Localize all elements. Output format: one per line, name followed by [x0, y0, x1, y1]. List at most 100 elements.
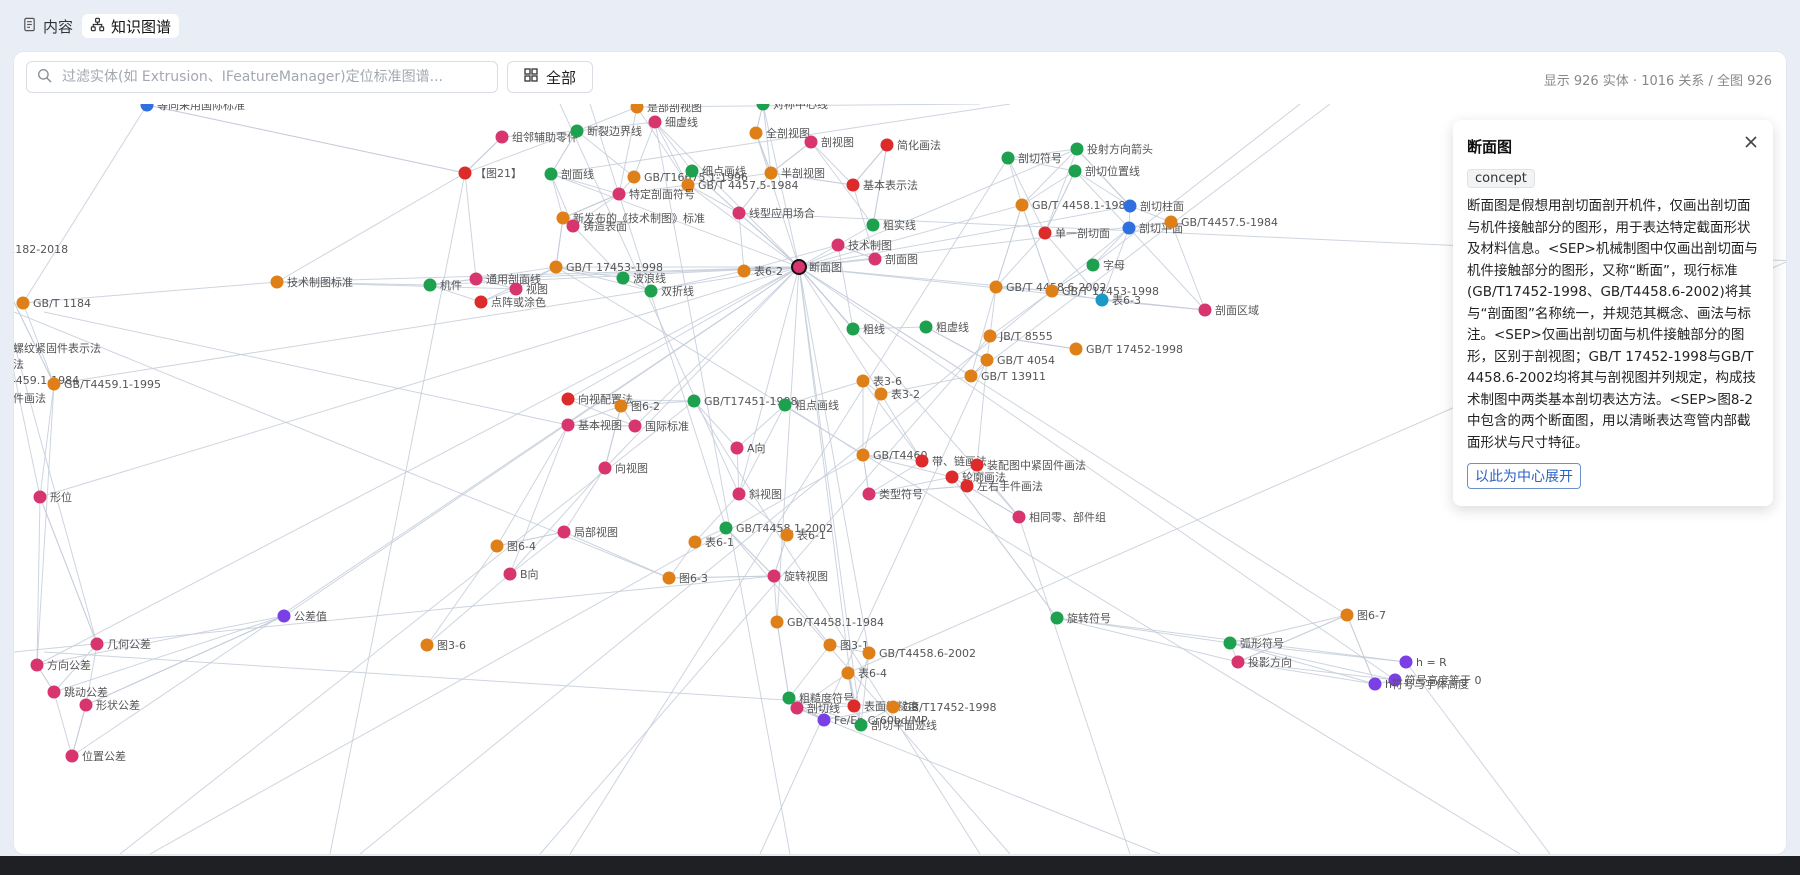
graph-node-dot[interactable]	[423, 278, 437, 292]
graph-node-dot[interactable]	[16, 296, 30, 310]
graph-node-dot[interactable]	[469, 272, 483, 286]
graph-node[interactable]: 剖切柱面	[1123, 199, 1185, 213]
graph-node[interactable]: 【图21】	[458, 166, 523, 181]
graph-node[interactable]: 特定剖面符号	[612, 187, 696, 201]
graph-node-dot[interactable]	[1069, 342, 1083, 356]
search-box[interactable]	[26, 61, 498, 93]
graph-node[interactable]: 位置公差	[65, 749, 127, 763]
graph-node[interactable]: 画法	[14, 357, 24, 371]
graph-node-dot[interactable]	[1340, 608, 1354, 622]
graph-node-dot[interactable]	[1012, 510, 1026, 524]
graph-node-dot[interactable]	[868, 252, 882, 266]
graph-node[interactable]: 基本表示法	[846, 178, 919, 192]
graph-node-dot[interactable]	[1122, 221, 1136, 235]
graph-node-dot[interactable]	[628, 419, 642, 433]
graph-node-dot[interactable]	[420, 638, 434, 652]
graph-node[interactable]: 表6-4	[841, 666, 887, 680]
graph-node[interactable]: 技术制图	[831, 238, 893, 253]
graph-node-dot[interactable]	[503, 567, 517, 581]
graph-node[interactable]: GB/T4458.6-2002	[862, 646, 976, 661]
graph-node-dot[interactable]	[846, 178, 860, 192]
graph-node[interactable]: 铸造表面	[566, 219, 628, 233]
graph-node-dot[interactable]	[140, 104, 154, 112]
graph-node-dot[interactable]	[1086, 258, 1100, 272]
graph-node[interactable]: B向	[503, 567, 539, 581]
graph-node-dot[interactable]	[770, 615, 784, 629]
graph-node-dot[interactable]	[1198, 303, 1212, 317]
graph-node-dot[interactable]	[612, 187, 626, 201]
graph-node-dot[interactable]	[980, 353, 994, 367]
graph-node[interactable]: 基本视图	[561, 418, 623, 432]
graph-node[interactable]: 字母	[1086, 258, 1126, 272]
graph-node[interactable]: 几何公差	[90, 637, 152, 651]
graph-node[interactable]: 剖切符号	[1001, 151, 1063, 165]
graph-node-dot[interactable]	[627, 170, 641, 184]
graph-node[interactable]: 弧形符号	[1223, 636, 1285, 650]
graph-node-dot[interactable]	[756, 104, 770, 111]
graph-node-dot[interactable]	[749, 126, 763, 140]
graph-node-dot[interactable]	[509, 282, 523, 296]
graph-node[interactable]: 剖面区域	[1198, 303, 1260, 317]
graph-node-dot[interactable]	[557, 525, 571, 539]
graph-node[interactable]: 是部剖视图	[630, 104, 703, 114]
graph-node-dot[interactable]	[847, 699, 861, 713]
graph-node[interactable]: 半剖视图	[764, 166, 826, 180]
graph-node[interactable]: 表3-2	[874, 387, 920, 401]
graph-node-dot[interactable]	[616, 271, 630, 285]
graph-node[interactable]: 剖切位置线	[1068, 164, 1141, 178]
graph-node-dot[interactable]	[831, 238, 845, 252]
graph-node-dot[interactable]	[1223, 636, 1237, 650]
graph-node[interactable]: GB/T 4457.5-1984	[681, 178, 799, 193]
graph-node-dot[interactable]	[780, 528, 794, 542]
graph-node-dot[interactable]	[846, 322, 860, 336]
close-icon[interactable]	[1741, 132, 1761, 152]
graph-node[interactable]: 图6-4	[490, 539, 536, 554]
graph-node[interactable]: 粗点画线	[778, 398, 840, 412]
graph-node[interactable]: 向视图	[598, 461, 649, 475]
graph-node-dot[interactable]	[866, 218, 880, 232]
graph-node-dot[interactable]	[880, 138, 894, 152]
graph-node-dot[interactable]	[964, 369, 978, 383]
graph-node[interactable]: 点阵或涂色	[474, 295, 547, 309]
graph-node-dot[interactable]	[1070, 142, 1084, 156]
graph-node[interactable]: 细虚线	[648, 115, 699, 129]
graph-node-dot[interactable]	[970, 458, 984, 472]
graph-node[interactable]: 剖切线	[790, 701, 841, 715]
graph-node-dot[interactable]	[862, 646, 876, 660]
graph-node-dot[interactable]	[791, 259, 807, 275]
graph-node-dot[interactable]	[1095, 293, 1109, 307]
graph-node-dot[interactable]	[919, 320, 933, 334]
graph-node-dot[interactable]	[764, 166, 778, 180]
graph-node-dot[interactable]	[823, 638, 837, 652]
graph-node-dot[interactable]	[732, 206, 746, 220]
graph-node-dot[interactable]	[688, 535, 702, 549]
graph-node[interactable]: 表3-6	[856, 374, 902, 388]
graph-node-dot[interactable]	[874, 387, 888, 401]
graph-node[interactable]: A向	[730, 441, 766, 455]
graph-node[interactable]: 对称中心线	[756, 104, 829, 111]
search-input[interactable]	[60, 68, 484, 86]
graph-node-dot[interactable]	[856, 374, 870, 388]
graph-node-dot[interactable]	[719, 521, 733, 535]
graph-node-dot[interactable]	[614, 399, 628, 413]
graph-node[interactable]: 表6-2	[737, 264, 783, 278]
graph-node-dot[interactable]	[960, 479, 974, 493]
graph-node-dot[interactable]	[1045, 284, 1059, 298]
graph-node[interactable]: 等同采用国际标准	[140, 104, 246, 112]
graph-node[interactable]: 表6-3	[1095, 293, 1141, 307]
graph-node[interactable]: 形状公差	[79, 698, 141, 712]
graph-node[interactable]: GB/T17452-1998	[886, 700, 997, 715]
graph-node-dot[interactable]	[65, 749, 79, 763]
graph-node[interactable]: 旋转符号	[1050, 611, 1112, 625]
graph-node-dot[interactable]	[1038, 226, 1052, 240]
graph-node[interactable]: 装配图中紧固件画法	[970, 458, 1087, 472]
graph-node-selected[interactable]: 断面图	[791, 259, 842, 275]
graph-node[interactable]: 图6-3	[662, 571, 708, 586]
graph-node[interactable]: 投射方向箭头	[1070, 142, 1154, 156]
graph-node[interactable]: 表6-1	[780, 528, 826, 542]
graph-node[interactable]: GB/T 1184	[16, 296, 92, 311]
graph-node[interactable]: 断裂边界线	[570, 124, 643, 138]
graph-node[interactable]: 图6-7	[1340, 608, 1386, 623]
graph-node[interactable]: 新发布的《技术制图》标准	[556, 211, 706, 225]
graph-node[interactable]: 公差值	[277, 609, 328, 623]
